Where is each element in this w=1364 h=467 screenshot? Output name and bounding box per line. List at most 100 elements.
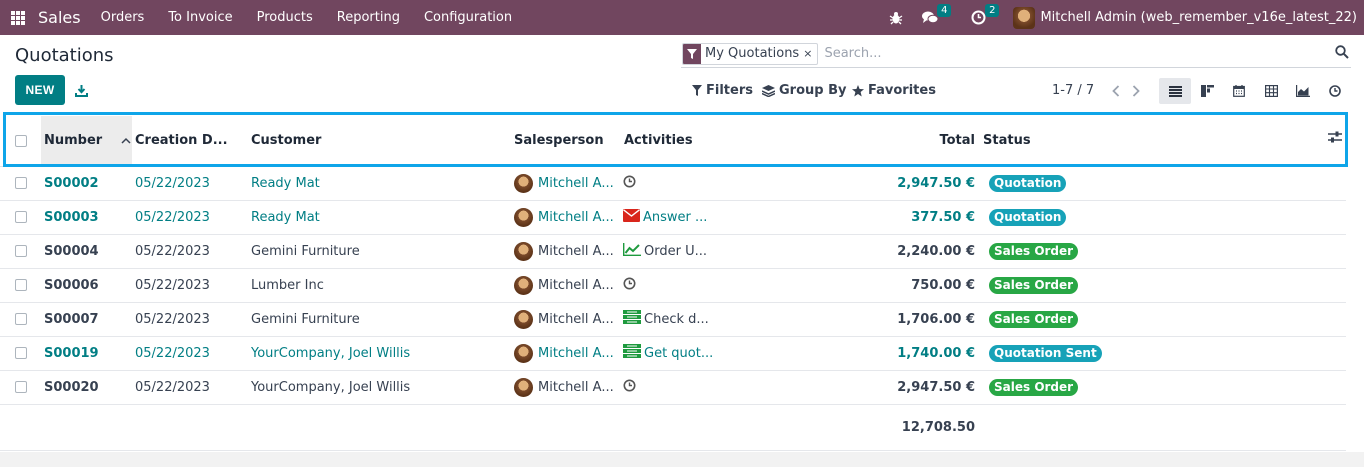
activities-clock-icon[interactable]: 2 bbox=[969, 3, 1000, 27]
row-activity[interactable] bbox=[621, 370, 781, 405]
apps-menu-icon[interactable] bbox=[11, 10, 25, 25]
messages-icon[interactable]: 4 bbox=[921, 3, 952, 27]
app-name[interactable]: Sales bbox=[38, 8, 81, 27]
row-activity[interactable] bbox=[621, 166, 781, 201]
row-activity[interactable]: Get quot... bbox=[621, 336, 781, 371]
grand-total: 12,708.50 bbox=[781, 404, 981, 451]
row-checkbox[interactable] bbox=[0, 370, 41, 405]
column-customer[interactable]: Customer bbox=[248, 116, 511, 167]
pivot-view-icon[interactable] bbox=[1255, 78, 1287, 104]
row-number[interactable]: S00019 bbox=[41, 336, 132, 371]
menu-to-invoice[interactable]: To Invoice bbox=[168, 10, 232, 25]
row-status: Sales Order bbox=[981, 268, 1346, 303]
column-salesperson[interactable]: Salesperson bbox=[511, 116, 621, 167]
menu-reporting[interactable]: Reporting bbox=[337, 10, 400, 25]
sort-ascending-icon bbox=[121, 138, 131, 144]
row-status: Quotation bbox=[981, 200, 1346, 235]
optional-columns-icon[interactable] bbox=[1328, 131, 1342, 147]
column-total[interactable]: Total bbox=[781, 116, 981, 167]
row-activity[interactable]: Order U... bbox=[621, 234, 781, 269]
row-number[interactable]: S00002 bbox=[41, 166, 132, 201]
row-total: 750.00 € bbox=[781, 268, 981, 303]
search-icon[interactable] bbox=[1335, 45, 1349, 63]
row-salesperson[interactable]: Mitchell A... bbox=[511, 234, 621, 269]
activity-summary: Get quot... bbox=[644, 345, 714, 361]
row-number[interactable]: S00004 bbox=[41, 234, 132, 269]
facet-remove-icon[interactable]: × bbox=[803, 44, 817, 64]
salesperson-name: Mitchell A... bbox=[538, 311, 614, 327]
group-by-label: Group By bbox=[779, 83, 847, 98]
search-input[interactable] bbox=[824, 46, 1305, 61]
column-status[interactable]: Status bbox=[981, 116, 1346, 167]
row-activity[interactable]: Check d... bbox=[621, 302, 781, 337]
row-checkbox[interactable] bbox=[0, 234, 41, 269]
new-button[interactable]: NEW bbox=[15, 75, 65, 105]
row-number[interactable]: S00020 bbox=[41, 370, 132, 405]
column-number[interactable]: Number bbox=[41, 116, 132, 167]
row-checkbox[interactable] bbox=[0, 336, 41, 371]
select-all-checkbox[interactable] bbox=[0, 116, 41, 167]
column-activities[interactable]: Activities bbox=[621, 116, 781, 167]
row-checkbox[interactable] bbox=[0, 268, 41, 303]
row-date: 05/22/2023 bbox=[132, 200, 248, 235]
activity-summary: Answer ... bbox=[643, 209, 708, 225]
favorites-label: Favorites bbox=[868, 83, 936, 98]
calendar-view-icon[interactable] bbox=[1223, 78, 1255, 104]
row-checkbox[interactable] bbox=[0, 166, 41, 201]
row-salesperson[interactable]: Mitchell A... bbox=[511, 166, 621, 201]
column-creation-date[interactable]: Creation D... bbox=[132, 116, 248, 167]
status-badge: Sales Order bbox=[989, 242, 1079, 260]
menu-products[interactable]: Products bbox=[257, 10, 313, 25]
status-badge: Sales Order bbox=[989, 378, 1079, 396]
row-activity[interactable] bbox=[621, 268, 781, 303]
table-row[interactable]: S00003 05/22/2023 Ready Mat Mitchell A... An… bbox=[0, 200, 1346, 235]
filters-toggle[interactable]: Filters bbox=[692, 83, 753, 98]
clock-icon bbox=[623, 277, 639, 294]
filters-label: Filters bbox=[706, 83, 753, 98]
table-row[interactable]: S00002 05/22/2023 Ready Mat Mitchell A... 2,… bbox=[0, 166, 1346, 201]
table-row[interactable]: S00004 05/22/2023 Gemini Furniture Mitchell… bbox=[0, 234, 1346, 269]
table-row[interactable]: S00007 05/22/2023 Gemini Furniture Mitchell… bbox=[0, 302, 1346, 337]
download-icon[interactable] bbox=[72, 80, 90, 100]
row-number[interactable]: S00003 bbox=[41, 200, 132, 235]
kanban-view-icon[interactable] bbox=[1191, 78, 1223, 104]
table-row[interactable]: S00006 05/22/2023 Lumber Inc Mitchell A... 7… bbox=[0, 268, 1346, 303]
row-salesperson[interactable]: Mitchell A... bbox=[511, 302, 621, 337]
row-salesperson[interactable]: Mitchell A... bbox=[511, 200, 621, 235]
row-total: 2,947.50 € bbox=[781, 370, 981, 405]
row-customer: Lumber Inc bbox=[248, 268, 511, 303]
favorites-toggle[interactable]: Favorites bbox=[852, 83, 936, 98]
group-by-toggle[interactable]: Group By bbox=[762, 83, 846, 98]
graph-view-icon[interactable] bbox=[1287, 78, 1319, 104]
menu-orders[interactable]: Orders bbox=[101, 10, 145, 25]
list-view-icon[interactable] bbox=[1159, 78, 1191, 104]
search-facet[interactable]: My Quotations × bbox=[682, 42, 819, 65]
clock-icon bbox=[623, 175, 639, 192]
menu-configuration[interactable]: Configuration bbox=[424, 10, 512, 25]
row-salesperson[interactable]: Mitchell A... bbox=[511, 336, 621, 371]
activity-view-icon[interactable] bbox=[1319, 78, 1351, 104]
row-number[interactable]: S00007 bbox=[41, 302, 132, 337]
user-menu[interactable]: Mitchell Admin (web_remember_v16e_latest… bbox=[1040, 10, 1357, 25]
bug-icon[interactable] bbox=[887, 9, 905, 27]
pager-previous-icon[interactable] bbox=[1106, 84, 1126, 97]
table-row[interactable]: S00020 05/22/2023 YourCompany, Joel Willis… bbox=[0, 370, 1346, 405]
row-activity[interactable]: Answer ... bbox=[621, 200, 781, 235]
user-avatar[interactable] bbox=[1013, 6, 1036, 29]
row-salesperson[interactable]: Mitchell A... bbox=[511, 370, 621, 405]
activity-summary: Order U... bbox=[644, 243, 707, 259]
salesperson-avatar bbox=[514, 309, 533, 329]
row-checkbox[interactable] bbox=[0, 200, 41, 235]
search-bar: My Quotations × bbox=[681, 40, 1351, 68]
row-salesperson[interactable]: Mitchell A... bbox=[511, 268, 621, 303]
table-row[interactable]: S00019 05/22/2023 YourCompany, Joel Willis… bbox=[0, 336, 1346, 371]
row-checkbox[interactable] bbox=[0, 302, 41, 337]
salesperson-name: Mitchell A... bbox=[538, 175, 614, 191]
filter-facet-icon bbox=[683, 43, 701, 64]
pager-value[interactable]: 1-7 / 7 bbox=[1052, 83, 1094, 98]
row-date: 05/22/2023 bbox=[132, 234, 248, 269]
row-status: Sales Order bbox=[981, 370, 1346, 405]
salesperson-name: Mitchell A... bbox=[538, 209, 614, 225]
pager-next-icon[interactable] bbox=[1126, 84, 1146, 97]
row-number[interactable]: S00006 bbox=[41, 268, 132, 303]
